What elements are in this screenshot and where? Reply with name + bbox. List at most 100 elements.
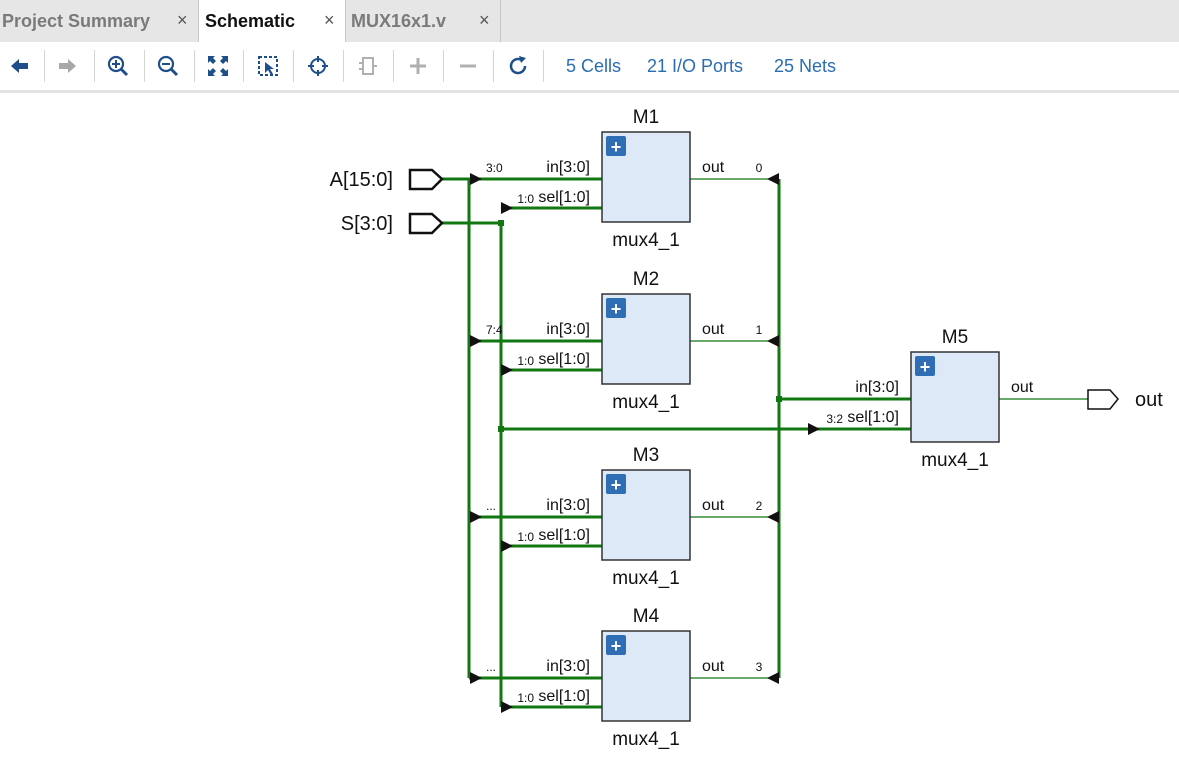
nets-count-link[interactable]: 25 Nets — [774, 56, 836, 77]
expand-plus-icon[interactable] — [404, 52, 432, 80]
pin-label: sel[1:0] — [538, 688, 590, 705]
close-icon[interactable]: × — [324, 10, 335, 31]
bus-slice-label: 1:0 — [517, 354, 534, 368]
bus-slice-label: 1:0 — [517, 530, 534, 544]
pin-arrow — [501, 701, 513, 713]
schematic-canvas[interactable]: A[15:0] S[3:0] + M1 mux4_1 in[3:0] sel[1:0] out… — [0, 93, 1179, 760]
zoom-fit-icon[interactable] — [204, 52, 232, 80]
bus-bit-label: 3 — [756, 660, 763, 674]
output-port-label: out — [1135, 389, 1163, 411]
tab-schematic[interactable]: Schematic × — [199, 0, 345, 42]
pin-label: in[3:0] — [546, 497, 590, 514]
zoom-out-icon[interactable] — [154, 52, 182, 80]
pin-label: in[3:0] — [546, 658, 590, 675]
bus-slice-label: 3:0 — [486, 161, 503, 175]
cell-type-name: mux4_1 — [612, 568, 680, 589]
net-junction — [498, 220, 504, 226]
tab-label: Project Summary — [2, 11, 151, 31]
pin-arrow — [767, 511, 779, 523]
toolbar: 5 Cells 21 I/O Ports 25 Nets — [0, 42, 1179, 93]
pin-arrow — [501, 202, 513, 214]
tab-divider — [500, 0, 501, 42]
bus-slice-label: 1:0 — [517, 192, 534, 206]
cell-type-name: mux4_1 — [612, 729, 680, 750]
pin-label: sel[1:0] — [538, 189, 590, 206]
cell-instance-name: M5 — [942, 327, 968, 348]
close-icon[interactable]: × — [479, 10, 490, 31]
output-port-icon[interactable] — [1087, 389, 1119, 410]
pin-arrow — [767, 672, 779, 684]
toolbar-divider — [44, 50, 45, 82]
pin-label: out — [702, 321, 725, 338]
forward-arrow-icon[interactable] — [54, 52, 82, 80]
bus-slice-label: ... — [486, 499, 496, 513]
cell-instance-name: M1 — [633, 107, 659, 128]
collapse-minus-icon[interactable] — [454, 52, 482, 80]
toolbar-divider — [243, 50, 244, 82]
tab-bar: Project Summary × Schematic × MUX16x1.v … — [0, 0, 1179, 42]
net-junction — [776, 396, 782, 402]
pin-arrow — [808, 423, 820, 435]
bus-bit-label: 0 — [756, 161, 763, 175]
back-arrow-icon[interactable] — [5, 52, 33, 80]
tab-label: Schematic — [205, 11, 296, 31]
pin-arrow — [470, 511, 482, 523]
bus-bit-label: 2 — [756, 499, 763, 513]
zoom-in-icon[interactable] — [104, 52, 132, 80]
toolbar-divider — [194, 50, 195, 82]
pin-label: out — [702, 497, 725, 514]
bus-slice-label: 1:0 — [517, 691, 534, 705]
input-port-label: S[3:0] — [341, 213, 393, 235]
select-area-icon[interactable] — [304, 52, 332, 80]
pin-arrow — [501, 364, 513, 376]
pin-arrow — [767, 173, 779, 185]
refresh-icon[interactable] — [504, 52, 532, 80]
pin-label: in[3:0] — [546, 321, 590, 338]
toolbar-divider — [543, 50, 544, 82]
collapse-cell-icon[interactable] — [354, 52, 382, 80]
toolbar-divider — [343, 50, 344, 82]
io-ports-count-link[interactable]: 21 I/O Ports — [647, 56, 743, 77]
bus-bit-label: 1 — [756, 323, 763, 337]
cell-type-name: mux4_1 — [612, 392, 680, 413]
pin-label: out — [1011, 379, 1034, 396]
pin-label: out — [702, 159, 725, 176]
tab-mux16x1-v[interactable]: MUX16x1.v × — [346, 0, 500, 42]
pin-arrow — [501, 540, 513, 552]
plus-icon: + — [920, 357, 931, 377]
plus-icon: + — [611, 636, 622, 656]
pin-arrow — [470, 672, 482, 684]
tab-project-summary[interactable]: Project Summary × — [0, 0, 198, 42]
input-port-a-icon[interactable] — [408, 168, 444, 191]
pin-label: sel[1:0] — [538, 527, 590, 544]
cell-type-name: mux4_1 — [612, 230, 680, 251]
cells-count-link[interactable]: 5 Cells — [566, 56, 621, 77]
toolbar-divider — [443, 50, 444, 82]
toolbar-divider — [94, 50, 95, 82]
cell-type-name: mux4_1 — [921, 450, 989, 471]
close-icon[interactable]: × — [177, 10, 188, 31]
input-port-s-icon[interactable] — [408, 212, 444, 235]
schematic-diagram[interactable]: A[15:0] S[3:0] + M1 mux4_1 in[3:0] sel[1:0] out… — [0, 93, 1179, 760]
tab-label: MUX16x1.v — [351, 11, 447, 31]
bus-slice-label: ... — [486, 660, 496, 674]
pin-label: sel[1:0] — [538, 351, 590, 368]
toolbar-divider — [144, 50, 145, 82]
bus-slice-label: 7:4 — [486, 323, 503, 337]
auto-fit-selection-icon[interactable] — [254, 52, 282, 80]
toolbar-divider — [493, 50, 494, 82]
pin-label: sel[1:0] — [847, 409, 899, 426]
pin-arrow — [767, 335, 779, 347]
plus-icon: + — [611, 299, 622, 319]
toolbar-divider — [393, 50, 394, 82]
pin-arrow — [470, 173, 482, 185]
plus-icon: + — [611, 137, 622, 157]
net-junction — [498, 426, 504, 432]
pin-label: in[3:0] — [546, 159, 590, 176]
pin-label: in[3:0] — [855, 379, 899, 396]
pin-label: out — [702, 658, 725, 675]
cell-instance-name: M2 — [633, 269, 659, 290]
toolbar-divider — [293, 50, 294, 82]
cell-instance-name: M4 — [633, 606, 660, 627]
cell-instance-name: M3 — [633, 445, 659, 466]
